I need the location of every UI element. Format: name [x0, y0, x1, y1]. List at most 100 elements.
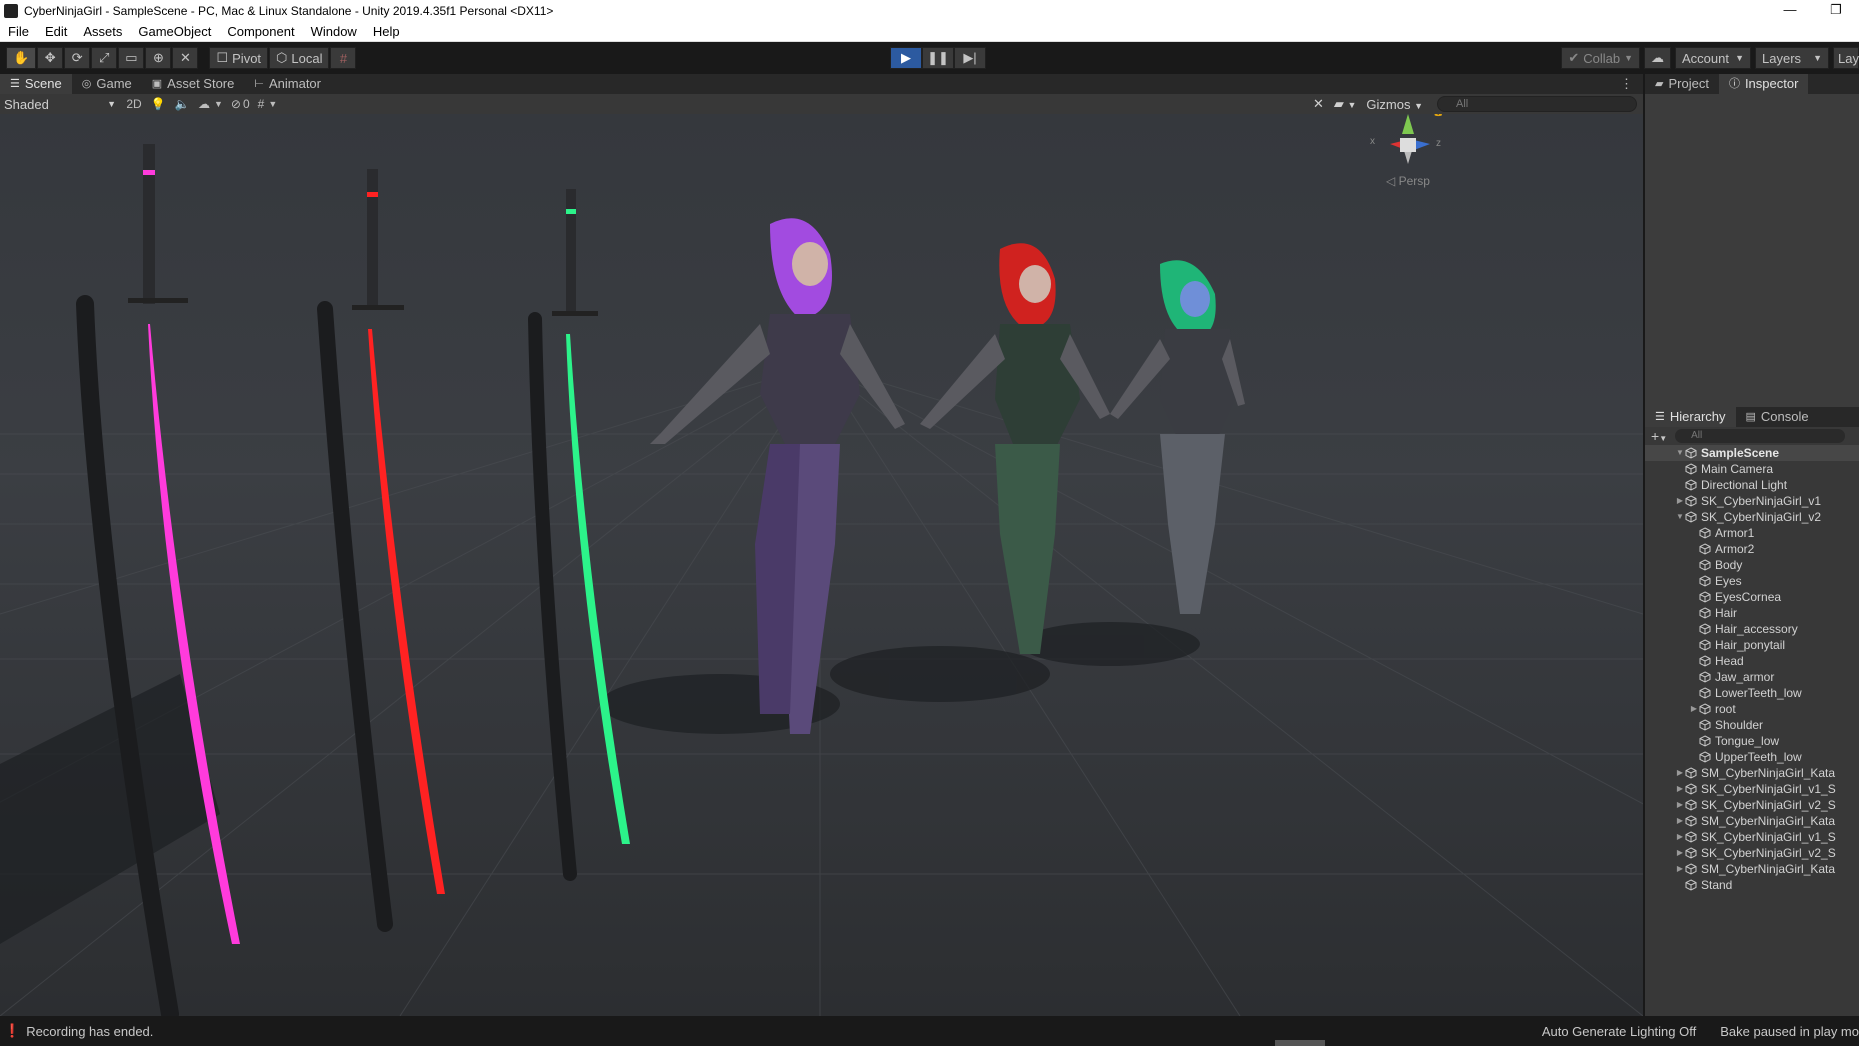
hierarchy-item[interactable]: UpperTeeth_low — [1645, 749, 1859, 765]
custom-tool-button[interactable]: ✕ — [172, 47, 199, 69]
expand-right-icon[interactable]: ▶ — [1675, 765, 1685, 781]
expand-right-icon[interactable]: ▶ — [1675, 493, 1685, 509]
expand-right-icon[interactable]: ▶ — [1675, 781, 1685, 797]
menu-edit[interactable]: Edit — [37, 24, 75, 39]
hierarchy-item-label: SK_CyberNinjaGirl_v2_S — [1701, 846, 1836, 860]
maximize-button[interactable]: ❐ — [1813, 0, 1859, 22]
hierarchy-item[interactable]: ▶ SK_CyberNinjaGirl_v1_S — [1645, 781, 1859, 797]
shading-mode-dropdown[interactable]: Shaded ▼ — [0, 95, 122, 113]
menu-assets[interactable]: Assets — [75, 24, 130, 39]
tab-console[interactable]: ▤ Console — [1736, 407, 1819, 427]
lock-icon[interactable]: 🔒 — [1432, 114, 1444, 117]
hierarchy-item[interactable]: Shoulder — [1645, 717, 1859, 733]
tab-scene[interactable]: ☰ Scene — [0, 74, 72, 94]
hierarchy-item[interactable]: ▶ root — [1645, 701, 1859, 717]
tab-asset-store[interactable]: ▣ Asset Store — [142, 74, 245, 94]
hierarchy-item[interactable]: Main Camera — [1645, 461, 1859, 477]
menu-component[interactable]: Component — [219, 24, 302, 39]
lighting-status[interactable]: Auto Generate Lighting Off — [1542, 1024, 1696, 1039]
step-button[interactable]: ▶| — [954, 47, 986, 69]
expand-right-icon[interactable]: ▶ — [1675, 829, 1685, 845]
hierarchy-item[interactable]: Head — [1645, 653, 1859, 669]
expand-right-icon[interactable]: ▶ — [1675, 845, 1685, 861]
horizontal-scrollbar[interactable] — [1275, 1040, 1325, 1046]
hierarchy-item[interactable]: Directional Light — [1645, 477, 1859, 493]
gizmos-area: ✕ ▰ ▼ Gizmos ▼ — [1313, 94, 1423, 114]
scene-search-input[interactable]: All — [1437, 96, 1637, 112]
hierarchy-item[interactable]: Eyes — [1645, 573, 1859, 589]
more-options-icon[interactable]: ⋮ — [1620, 76, 1633, 92]
hierarchy-item[interactable]: ▶ SM_CyberNinjaGirl_Kata — [1645, 765, 1859, 781]
move-tool-button[interactable]: ✥ — [37, 47, 64, 69]
hidden-objects-toggle[interactable]: ⊘ 0 — [227, 95, 254, 113]
hand-tool-button[interactable]: ✋ — [6, 47, 37, 69]
minimize-button[interactable]: — — [1767, 0, 1813, 22]
rect-tool-button[interactable]: ▭ — [118, 47, 145, 69]
menu-gameobject[interactable]: GameObject — [130, 24, 219, 39]
expand-down-icon[interactable]: ▼ — [1675, 509, 1685, 525]
hierarchy-item[interactable]: Stand — [1645, 877, 1859, 893]
effects-toggle[interactable]: ☁ ▼ — [194, 95, 227, 113]
grid-toggle[interactable]: # ▼ — [254, 95, 282, 113]
hierarchy-item[interactable]: ▶ SM_CyberNinjaGirl_Kata — [1645, 861, 1859, 877]
hierarchy-item[interactable]: Body — [1645, 557, 1859, 573]
hierarchy-item[interactable]: EyesCornea — [1645, 589, 1859, 605]
status-message[interactable]: Recording has ended. — [26, 1024, 153, 1039]
add-icon[interactable]: +▼ — [1651, 428, 1667, 444]
expand-right-icon[interactable]: ▶ — [1675, 797, 1685, 813]
hierarchy-search-input[interactable]: All — [1675, 429, 1846, 443]
menu-file[interactable]: File — [0, 24, 37, 39]
tab-hierarchy[interactable]: ☰ Hierarchy — [1645, 407, 1736, 427]
lighting-toggle[interactable]: 💡 — [146, 95, 170, 113]
pause-button[interactable]: ❚❚ — [922, 47, 954, 69]
expand-right-icon[interactable]: ▶ — [1689, 701, 1699, 717]
projection-label[interactable]: ◁ Persp — [1386, 174, 1430, 188]
grid-snap-button[interactable]: # — [330, 47, 357, 69]
tab-game[interactable]: ◎ Game — [72, 74, 142, 94]
transform-tool-button[interactable]: ⊕ — [145, 47, 172, 69]
hierarchy-item[interactable]: ▼ SK_CyberNinjaGirl_v2 — [1645, 509, 1859, 525]
hierarchy-item[interactable]: Hair — [1645, 605, 1859, 621]
hierarchy-item[interactable]: LowerTeeth_low — [1645, 685, 1859, 701]
hierarchy-scene-row[interactable]: ▼ SampleScene — [1645, 445, 1859, 461]
local-toggle[interactable]: ⬡ Local — [269, 47, 330, 69]
hierarchy-tree: ▼ SampleScene Main Camera Directional Light… — [1645, 445, 1859, 893]
expand-right-icon[interactable]: ▶ — [1675, 861, 1685, 877]
hierarchy-item[interactable]: Hair_ponytail — [1645, 637, 1859, 653]
play-button[interactable]: ▶ — [890, 47, 922, 69]
hierarchy-item[interactable]: Hair_accessory — [1645, 621, 1859, 637]
gameobject-cube-icon — [1699, 719, 1711, 731]
hierarchy-item[interactable]: Jaw_armor — [1645, 669, 1859, 685]
camera-icon[interactable]: ▰ ▼ — [1334, 96, 1357, 112]
layers-dropdown[interactable]: Layers ▼ — [1755, 47, 1829, 69]
scene-viewport[interactable]: x z 🔒 ◁ Persp — [0, 114, 1643, 1016]
tab-project[interactable]: ▰ Project — [1645, 74, 1719, 94]
expand-down-icon[interactable]: ▼ — [1675, 445, 1685, 461]
hierarchy-item[interactable]: ▶ SK_CyberNinjaGirl_v2_S — [1645, 845, 1859, 861]
scale-tool-button[interactable]: ⤢ — [91, 47, 118, 69]
tab-inspector[interactable]: ⓘ Inspector — [1718, 74, 1809, 94]
hierarchy-item[interactable]: Tongue_low — [1645, 733, 1859, 749]
audio-toggle[interactable]: 🔈 — [170, 95, 194, 113]
gizmos-dropdown[interactable]: Gizmos ▼ — [1366, 97, 1423, 112]
cloud-button[interactable]: ☁ — [1644, 47, 1671, 69]
hierarchy-item[interactable]: Armor2 — [1645, 541, 1859, 557]
hierarchy-item[interactable]: Armor1 — [1645, 525, 1859, 541]
tools-icon[interactable]: ✕ — [1313, 96, 1324, 112]
hierarchy-item[interactable]: ▶ SM_CyberNinjaGirl_Kata — [1645, 813, 1859, 829]
menu-help[interactable]: Help — [365, 24, 408, 39]
scale-icon: ⤢ — [98, 50, 110, 65]
tab-animator[interactable]: ⊢ Animator — [244, 74, 331, 94]
expand-right-icon[interactable]: ▶ — [1675, 813, 1685, 829]
toggle-2d-button[interactable]: 2D — [122, 95, 146, 113]
pivot-toggle[interactable]: ☐ Pivot — [209, 47, 269, 69]
hierarchy-item[interactable]: ▶ SK_CyberNinjaGirl_v1 — [1645, 493, 1859, 509]
hierarchy-item[interactable]: ▶ SK_CyberNinjaGirl_v2_S — [1645, 797, 1859, 813]
layout-dropdown[interactable]: Lay — [1833, 47, 1859, 69]
collab-button[interactable]: ✔ Collab ▼ — [1561, 47, 1640, 69]
menu-window[interactable]: Window — [303, 24, 365, 39]
account-dropdown[interactable]: Account ▼ — [1675, 47, 1751, 69]
rotate-tool-button[interactable]: ⟳ — [64, 47, 91, 69]
window-controls: — ❐ — [1767, 0, 1859, 22]
hierarchy-item[interactable]: ▶ SK_CyberNinjaGirl_v1_S — [1645, 829, 1859, 845]
